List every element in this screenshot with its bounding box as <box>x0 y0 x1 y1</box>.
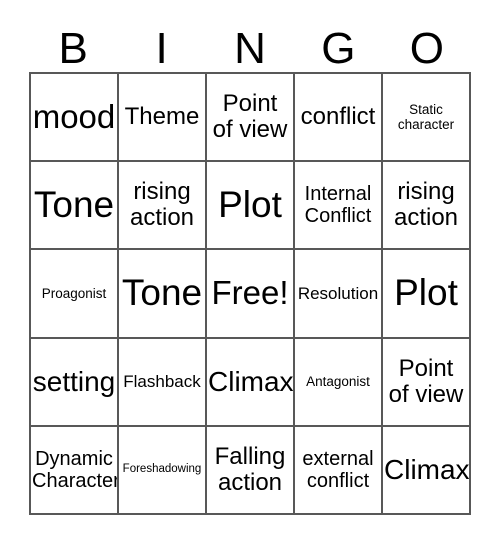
bingo-cell[interactable]: Resolution <box>295 250 383 339</box>
header-letter-text: I <box>155 24 168 73</box>
bingo-cell[interactable]: Climax <box>207 338 295 427</box>
bingo-cell-label: conflict <box>300 103 376 131</box>
bingo-cell[interactable]: Falling action <box>207 426 295 515</box>
bingo-header: B I N G O <box>29 14 471 72</box>
bingo-cell-label: Flashback <box>123 372 201 392</box>
bingo-cell-label: Plot <box>394 272 458 314</box>
bingo-cell-label: Static character <box>397 102 455 133</box>
bingo-cell[interactable]: Internal Conflict <box>295 162 383 251</box>
bingo-cell-label: external conflict <box>302 447 374 492</box>
bingo-cell[interactable]: external conflict <box>295 426 383 515</box>
bingo-grid: mood Theme Point of view conflict Static… <box>29 72 471 515</box>
bingo-cell-label: Antagonist <box>306 374 370 390</box>
bingo-cell[interactable]: Theme <box>119 74 207 163</box>
bingo-cell[interactable]: Foreshadowing <box>119 426 207 515</box>
bingo-cell[interactable]: Dynamic Character <box>31 426 119 515</box>
bingo-cell-label: Resolution <box>297 283 379 303</box>
bingo-cell-label: Internal Conflict <box>304 183 372 228</box>
header-letter-text: O <box>409 24 444 73</box>
bingo-cell-label: Tone <box>33 184 115 226</box>
bingo-cell-label: Plot <box>218 184 282 226</box>
bingo-cell-label: Climax <box>384 454 470 486</box>
bingo-header-letter-i: I <box>117 14 205 72</box>
bingo-cell[interactable]: setting <box>31 338 119 427</box>
header-letter-text: B <box>58 24 88 73</box>
bingo-cell[interactable]: Static character <box>383 74 471 163</box>
bingo-cell[interactable]: Climax <box>383 426 471 515</box>
bingo-cell[interactable]: Plot <box>207 162 295 251</box>
bingo-cell-label: mood <box>32 98 116 136</box>
bingo-cell[interactable]: conflict <box>295 74 383 163</box>
bingo-cell[interactable]: rising action <box>383 162 471 251</box>
bingo-cell[interactable]: rising action <box>119 162 207 251</box>
bingo-cell-label: Climax <box>208 366 294 398</box>
bingo-cell-label: rising action <box>393 178 459 232</box>
bingo-header-letter-n: N <box>206 14 294 72</box>
bingo-cell-label: Point of view <box>212 90 288 144</box>
bingo-cell[interactable]: Tone <box>31 162 119 251</box>
bingo-cell-label: Theme <box>124 103 200 131</box>
bingo-header-letter-b: B <box>29 14 117 72</box>
bingo-cell-label: Point of view <box>388 354 464 408</box>
bingo-cell-label: Foreshadowing <box>122 463 202 476</box>
bingo-cell-label: setting <box>32 366 116 398</box>
bingo-cell-label: Dynamic Character <box>32 447 119 492</box>
bingo-header-letter-g: G <box>294 14 382 72</box>
bingo-cell[interactable]: Point of view <box>207 74 295 163</box>
bingo-cell-label: Free! <box>211 274 289 312</box>
header-letter-text: N <box>234 24 266 73</box>
bingo-cell[interactable]: Antagonist <box>295 338 383 427</box>
bingo-cell[interactable]: mood <box>31 74 119 163</box>
bingo-header-letter-o: O <box>383 14 471 72</box>
bingo-cell[interactable]: Point of view <box>383 338 471 427</box>
bingo-cell-label: rising action <box>129 178 195 232</box>
bingo-cell[interactable]: Proagonist <box>31 250 119 339</box>
header-letter-text: G <box>321 24 356 73</box>
bingo-card: B I N G O mood Theme Point of view confl… <box>0 0 500 544</box>
bingo-cell-label: Proagonist <box>41 285 107 301</box>
bingo-cell[interactable]: Flashback <box>119 338 207 427</box>
bingo-cell[interactable]: Plot <box>383 250 471 339</box>
bingo-cell-label: Falling action <box>214 442 286 496</box>
bingo-cell[interactable]: Tone <box>119 250 207 339</box>
bingo-cell-label: Tone <box>121 272 203 314</box>
bingo-cell-free[interactable]: Free! <box>207 250 295 339</box>
